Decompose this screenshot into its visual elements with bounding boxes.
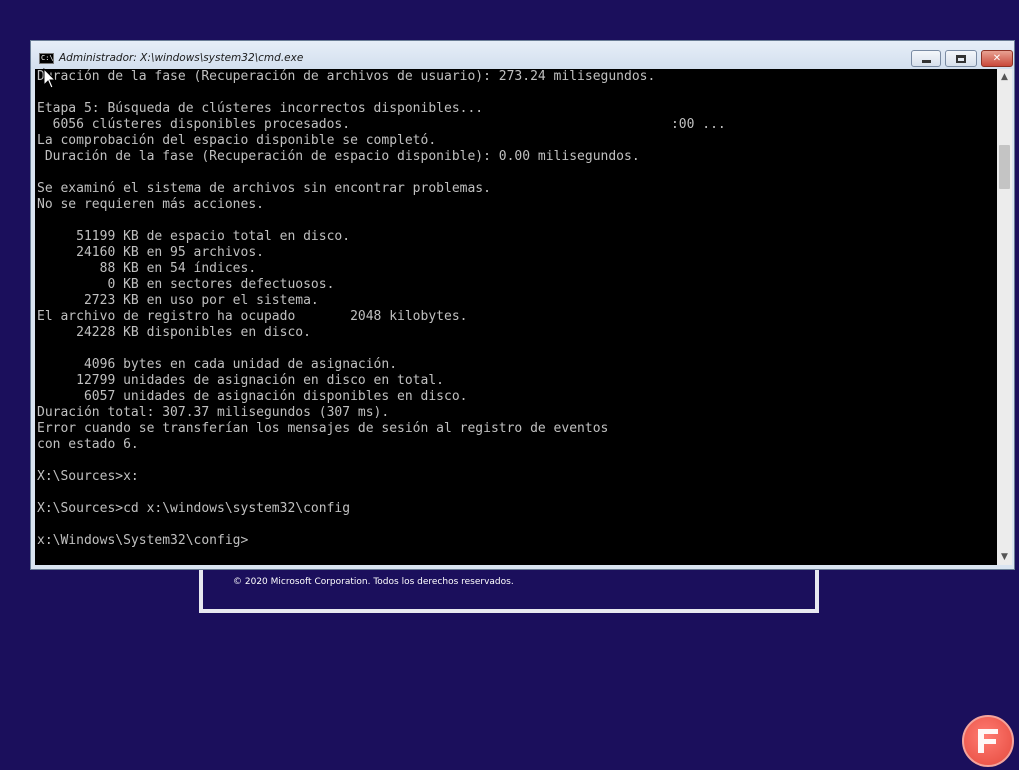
minimize-button[interactable] — [911, 50, 941, 67]
console-line: Se examinó el sistema de archivos sin en… — [37, 181, 491, 196]
setup-dialog: © 2020 Microsoft Corporation. Todos los … — [199, 565, 819, 613]
console-line: Duración de la fase (Recuperación de arc… — [37, 69, 656, 84]
console-line: La comprobación del espacio disponible s… — [37, 133, 437, 148]
vertical-scrollbar[interactable]: ▲ ▼ — [997, 69, 1012, 565]
console-line: x:\Windows\System32\config> — [37, 533, 249, 548]
console-line: Duración de la fase (Recuperación de esp… — [37, 149, 640, 164]
window-title: Administrador: X:\windows\system32\cmd.e… — [59, 52, 304, 64]
console-line: 88 KB en 54 índices. — [37, 261, 257, 276]
console-text: Duración de la fase (Recuperación de arc… — [35, 69, 997, 549]
console-line: 24228 KB disponibles en disco. — [37, 325, 311, 340]
console-line: 51199 KB de espacio total en disco. — [37, 229, 351, 244]
console-line: 12799 unidades de asignación en disco en… — [37, 373, 444, 388]
scroll-up-icon[interactable]: ▲ — [997, 69, 1012, 85]
console-line: 2723 KB en uso por el sistema. — [37, 293, 319, 308]
console-line: El archivo de registro ha ocupado 2048 k… — [37, 309, 468, 324]
console-output[interactable]: Duración de la fase (Recuperación de arc… — [35, 69, 997, 565]
console-line: No se requieren más acciones. — [37, 197, 264, 212]
copyright-text: © 2020 Microsoft Corporation. Todos los … — [233, 577, 514, 587]
cmd-window[interactable]: C:\ Administrador: X:\windows\system32\c… — [30, 40, 1015, 570]
console-line: con estado 6. — [37, 437, 139, 452]
cmd-icon: C:\ — [39, 53, 54, 64]
close-icon: ✕ — [992, 53, 1002, 64]
maximize-button[interactable] — [945, 50, 977, 67]
console-line: X:\Sources>cd x:\windows\system32\config — [37, 501, 351, 516]
maximize-icon — [956, 54, 966, 63]
minimize-icon — [921, 60, 931, 63]
console-line: 4096 bytes en cada unidad de asignación. — [37, 357, 398, 372]
console-line: Etapa 5: Búsqueda de clústeres incorrect… — [37, 101, 484, 116]
console-line: Duración total: 307.37 milisegundos (307… — [37, 405, 390, 420]
console-line: X:\Sources>x: — [37, 469, 139, 484]
console-line: Error cuando se transferían los mensajes… — [37, 421, 609, 436]
scroll-down-icon[interactable]: ▼ — [997, 549, 1012, 565]
console-line: 6057 unidades de asignación disponibles … — [37, 389, 468, 404]
console-line: 6056 clústeres disponibles procesados. :… — [37, 117, 726, 132]
scroll-thumb[interactable] — [999, 145, 1010, 189]
watermark-logo — [962, 715, 1014, 767]
console-line: 0 KB en sectores defectuosos. — [37, 277, 335, 292]
close-button[interactable]: ✕ — [981, 50, 1013, 67]
title-bar[interactable]: C:\ Administrador: X:\windows\system32\c… — [31, 41, 1014, 69]
console-line: 24160 KB en 95 archivos. — [37, 245, 264, 260]
